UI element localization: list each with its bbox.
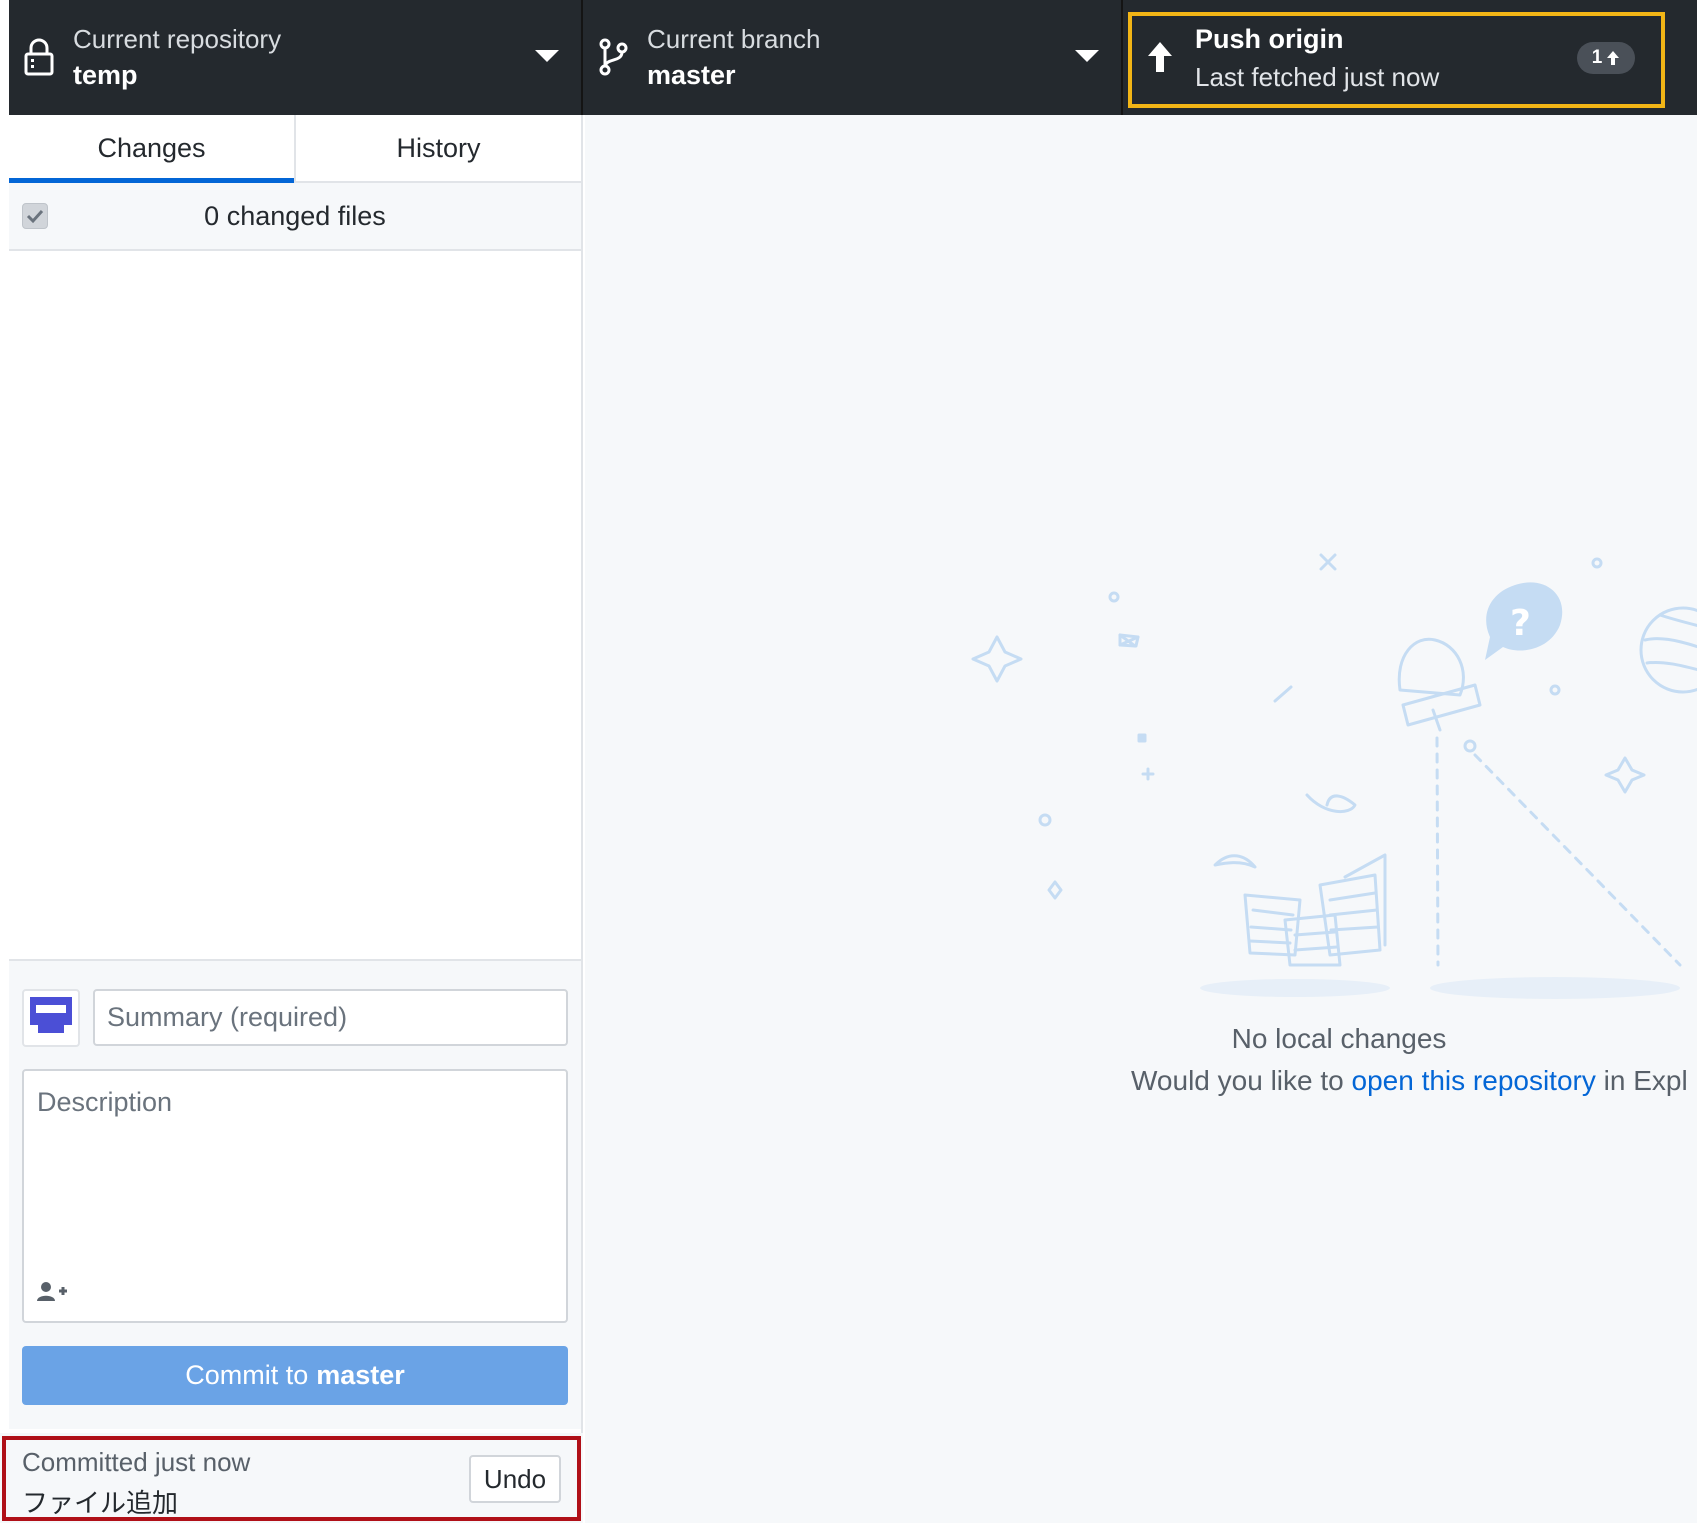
ahead-count-badge: 1 (1577, 42, 1635, 74)
ahead-count: 1 (1591, 47, 1603, 68)
branch-icon (599, 38, 628, 76)
changed-files-header: 0 changed files (9, 183, 581, 251)
repository-label: Current repository (73, 24, 282, 54)
select-all-checkbox[interactable] (22, 203, 48, 229)
commit-button-prefix: Commit to (185, 1360, 309, 1390)
toolbar: Current repository temp Current branch m… (9, 0, 1697, 115)
no-changes-illustration: ? (971, 553, 1697, 999)
commit-message: ファイル追加 (22, 1489, 179, 1519)
arrow-up-icon (1148, 42, 1172, 72)
tab-bar: Changes History (9, 115, 581, 183)
blank-slate-subtitle: Would you like to open this repository i… (1131, 1065, 1688, 1097)
commit-button-branch: master (316, 1360, 405, 1390)
branch-name: master (647, 60, 736, 90)
description-box (22, 1069, 568, 1323)
tab-changes[interactable]: Changes (9, 115, 294, 183)
main-panel: ? No local changes Would you like to ope… (585, 115, 1697, 1523)
commit-time: Committed just now (22, 1447, 251, 1477)
blank-slate-text-before: Would you like to (1131, 1065, 1344, 1096)
avatar-icon (30, 997, 72, 1033)
repository-name: temp (73, 60, 138, 90)
push-subtitle: Last fetched just now (1195, 62, 1440, 92)
commit-button[interactable]: Commit to master (22, 1346, 568, 1405)
add-coauthor-icon[interactable] (36, 1281, 68, 1303)
arrow-up-icon (1607, 51, 1620, 65)
commit-message-area: Commit to master (9, 959, 581, 1429)
checkbox-icon (26, 209, 44, 224)
current-repository-button[interactable]: Current repository temp (9, 0, 583, 115)
open-repository-link[interactable]: open this repository (1352, 1065, 1596, 1096)
lock-icon (24, 38, 54, 76)
tab-history[interactable]: History (294, 115, 581, 181)
push-origin-button[interactable]: Push origin Last fetched just now 1 (1123, 0, 1665, 115)
sidebar: Changes History 0 changed files Summary … (0, 115, 583, 1523)
caret-down-icon (535, 50, 559, 62)
push-label: Push origin (1195, 24, 1344, 54)
svg-text:?: ? (1510, 603, 1531, 644)
caret-down-icon (1075, 50, 1099, 62)
undo-commit-bar: Committed just now ファイル追加 Undo (0, 1433, 583, 1523)
avatar (22, 989, 80, 1047)
blank-slate-title: No local changes (1231, 1023, 1447, 1054)
description-input[interactable] (24, 1071, 566, 1271)
undo-button[interactable]: Undo (469, 1455, 561, 1503)
blank-slate-text-after: in Expl (1603, 1065, 1688, 1096)
current-branch-button[interactable]: Current branch master (583, 0, 1123, 115)
app-window: Current repository temp Current branch m… (0, 0, 1697, 1523)
changed-files-count: 0 changed files (204, 200, 386, 231)
branch-label: Current branch (647, 24, 821, 54)
summary-input[interactable] (93, 989, 568, 1046)
